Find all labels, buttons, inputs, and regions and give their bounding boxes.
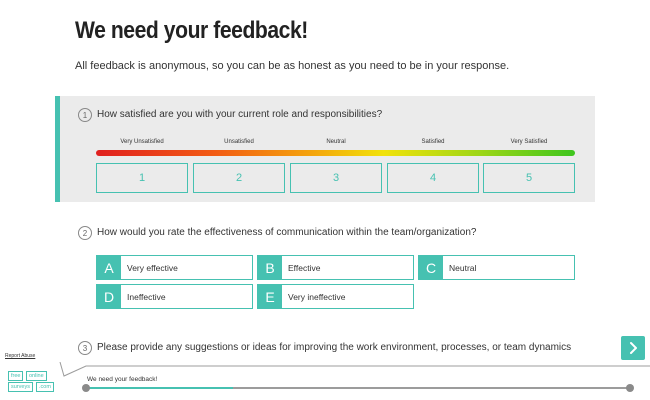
- question-1-number: 1: [78, 108, 92, 122]
- progress-track: [86, 387, 630, 389]
- option-a-very-effective[interactable]: A Very effective: [96, 255, 253, 280]
- scale-label-very-satisfied: Very Satisfied: [510, 139, 548, 145]
- next-button[interactable]: [621, 336, 645, 360]
- satisfaction-gradient-bar: [96, 150, 575, 156]
- rating-button-1[interactable]: 1: [96, 163, 188, 193]
- page-title: We need your feedback!: [75, 17, 308, 44]
- rating-button-3[interactable]: 3: [290, 163, 382, 193]
- option-c-neutral[interactable]: C Neutral: [418, 255, 575, 280]
- option-letter: C: [419, 256, 443, 279]
- logo-part: surveys: [8, 382, 33, 392]
- rating-button-4[interactable]: 4: [387, 163, 479, 193]
- question-2-text: How would you rate the effectiveness of …: [97, 227, 477, 238]
- progress-start-dot: [82, 384, 90, 392]
- option-letter: D: [97, 285, 121, 308]
- option-letter: A: [97, 256, 121, 279]
- chevron-right-icon: [630, 342, 637, 354]
- option-e-very-ineffective[interactable]: E Very ineffective: [257, 284, 414, 309]
- scale-label-very-unsatisfied: Very Unsatisfied: [120, 139, 164, 145]
- page-subtitle: All feedback is anonymous, so you can be…: [75, 60, 510, 72]
- question-3-number: 3: [78, 341, 92, 355]
- question-1-text: How satisfied are you with your current …: [97, 109, 383, 120]
- scale-label-satisfied: Satisfied: [421, 139, 445, 145]
- option-label: Ineffective: [127, 291, 166, 302]
- logo-part: free: [8, 371, 24, 381]
- rating-button-2[interactable]: 2: [193, 163, 285, 193]
- footer-survey-title: We need your feedback!: [87, 376, 158, 383]
- question-3-text: Please provide any suggestions or ideas …: [97, 342, 572, 353]
- option-label: Neutral: [449, 262, 477, 273]
- question-2-number: 2: [78, 226, 92, 240]
- progress-fill: [86, 387, 233, 389]
- logo-part: online: [26, 371, 47, 381]
- option-d-ineffective[interactable]: D Ineffective: [96, 284, 253, 309]
- option-label: Very effective: [127, 262, 178, 273]
- rating-button-5[interactable]: 5: [483, 163, 575, 193]
- free-online-surveys-logo[interactable]: free online surveys .com: [8, 371, 56, 393]
- report-abuse-link[interactable]: Report Abuse: [5, 353, 35, 359]
- logo-part: .com: [36, 382, 54, 392]
- option-b-effective[interactable]: B Effective: [257, 255, 414, 280]
- scale-label-neutral: Neutral: [326, 139, 346, 145]
- option-letter: B: [258, 256, 282, 279]
- option-label: Very ineffective: [288, 291, 346, 302]
- option-label: Effective: [288, 262, 321, 273]
- progress-end-dot: [626, 384, 634, 392]
- scale-label-unsatisfied: Unsatisfied: [224, 139, 254, 145]
- option-letter: E: [258, 285, 282, 308]
